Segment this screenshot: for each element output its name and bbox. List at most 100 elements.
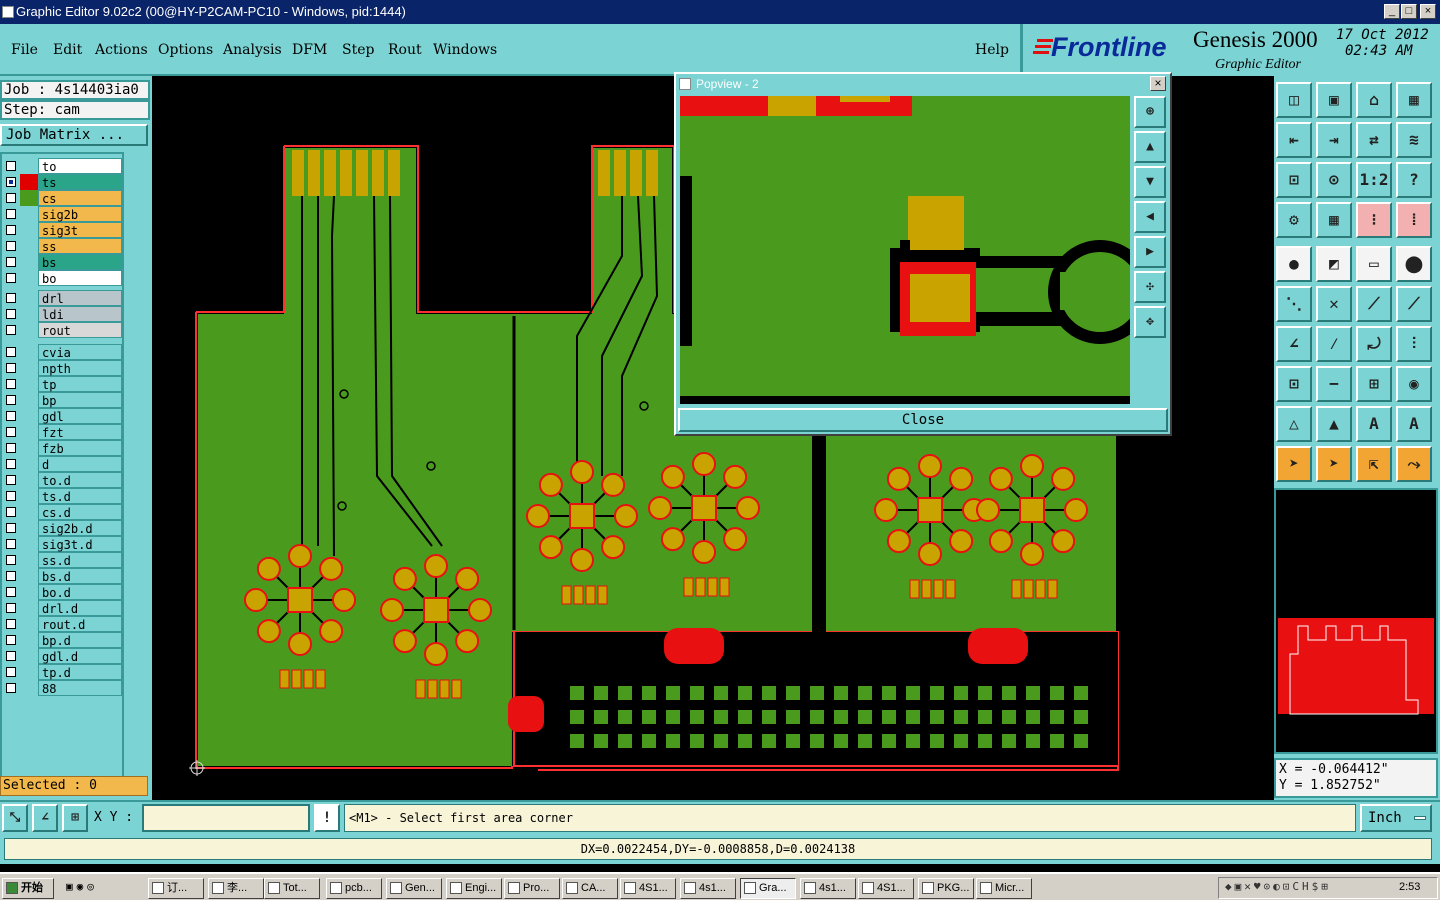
taskbar-item[interactable]: Engi... bbox=[446, 878, 502, 899]
layer-color-swatch[interactable] bbox=[20, 568, 38, 584]
layer-name[interactable]: drl.d bbox=[38, 600, 122, 616]
layer-row-sig3t-d[interactable]: sig3t.d bbox=[4, 536, 122, 552]
popview-title-bar[interactable]: Popview - 2 × bbox=[676, 74, 1170, 94]
pointer-icon[interactable]: ➤ bbox=[1276, 446, 1312, 482]
layer-color-swatch[interactable] bbox=[20, 238, 38, 254]
layer-row-d[interactable]: d bbox=[4, 456, 122, 472]
window-title-bar[interactable]: Graphic Editor 9.02c2 (00@HY-P2CAM-PC10 … bbox=[0, 0, 1440, 24]
popview-zoom-in-icon[interactable]: ⊕ bbox=[1134, 96, 1166, 128]
layer-color-swatch[interactable] bbox=[20, 616, 38, 632]
layer-color-swatch[interactable] bbox=[20, 158, 38, 174]
layer-name[interactable]: sig2b.d bbox=[38, 520, 122, 536]
taskbar-item[interactable]: Tot... bbox=[264, 878, 320, 899]
layer-row-bs[interactable]: bs bbox=[4, 254, 122, 270]
layer-checkbox[interactable] bbox=[6, 363, 16, 373]
query-icon[interactable]: ? bbox=[1396, 162, 1432, 198]
close-window-button[interactable]: × bbox=[1420, 4, 1436, 19]
layer-color-swatch[interactable] bbox=[20, 504, 38, 520]
save-icon[interactable]: ▣ bbox=[1316, 82, 1352, 118]
layer-name[interactable]: bs.d bbox=[38, 568, 122, 584]
line-move-icon[interactable]: ⟋ bbox=[1396, 286, 1432, 322]
layer-row-to[interactable]: to bbox=[4, 158, 122, 174]
layer-color-swatch[interactable] bbox=[20, 254, 38, 270]
menu-file[interactable]: File bbox=[11, 42, 38, 58]
popview-pan-right-icon[interactable]: ▶ bbox=[1134, 236, 1166, 268]
taskbar-item[interactable]: 李... bbox=[208, 878, 264, 899]
quick-launch-ie-icon[interactable]: ◉ bbox=[77, 880, 88, 893]
units-selector[interactable]: Inch bbox=[1360, 804, 1432, 832]
layer-checkbox[interactable] bbox=[6, 475, 16, 485]
layer-name[interactable]: bp.d bbox=[38, 632, 122, 648]
taskbar-item[interactable]: 4s1... bbox=[800, 878, 856, 899]
layer-checkbox[interactable] bbox=[6, 161, 16, 171]
mirror-icon[interactable]: ⇄ bbox=[1356, 122, 1392, 158]
layer-name[interactable]: bo.d bbox=[38, 584, 122, 600]
layer-checkbox[interactable] bbox=[6, 293, 16, 303]
layer-row-bo[interactable]: bo bbox=[4, 270, 122, 286]
group-icon[interactable]: ◉ bbox=[1396, 366, 1432, 402]
line-edit-icon[interactable]: ⁄ bbox=[1316, 326, 1352, 362]
layer-row-bp[interactable]: bp bbox=[4, 392, 122, 408]
layer-color-swatch[interactable] bbox=[20, 190, 38, 206]
layer-row-88[interactable]: 88 bbox=[4, 680, 122, 696]
layer-checkbox[interactable] bbox=[6, 427, 16, 437]
measure-icon[interactable]: ∠ bbox=[32, 804, 58, 832]
tray-icons[interactable]: ◆▣✕♥⊙◐⊡CH$⊞ bbox=[1225, 880, 1331, 893]
layer-checkbox[interactable] bbox=[6, 209, 16, 219]
triangle-b-icon[interactable]: A bbox=[1396, 406, 1432, 442]
layer-color-swatch[interactable] bbox=[20, 206, 38, 222]
layer-color-swatch[interactable] bbox=[20, 360, 38, 376]
layer-checkbox[interactable] bbox=[6, 177, 16, 187]
layer-color-swatch[interactable] bbox=[20, 600, 38, 616]
layer-checkbox[interactable] bbox=[6, 443, 16, 453]
layer-name[interactable]: rout.d bbox=[38, 616, 122, 632]
layer-checkbox[interactable] bbox=[6, 273, 16, 283]
popview-window[interactable]: Popview - 2 × ⊕ ▲ ▼ ◀ ▶ ✣ ✥ Close bbox=[674, 72, 1172, 436]
layer-row-bs-d[interactable]: bs.d bbox=[4, 568, 122, 584]
pointer-select-icon[interactable]: ➤ bbox=[1316, 446, 1352, 482]
layer-row-drl[interactable]: drl bbox=[4, 290, 122, 306]
layer-color-swatch[interactable] bbox=[20, 392, 38, 408]
triangle-icon[interactable]: △ bbox=[1276, 406, 1312, 442]
layer-row-ts[interactable]: ts bbox=[4, 174, 122, 190]
xy-input[interactable] bbox=[142, 804, 310, 832]
measure-icon[interactable]: ◩ bbox=[1316, 246, 1352, 282]
taskbar-item[interactable]: Gra... bbox=[740, 878, 796, 899]
layer-checkbox[interactable] bbox=[6, 667, 16, 677]
grid-view-icon[interactable]: ▦ bbox=[1316, 202, 1352, 238]
taskbar-item[interactable]: pcb... bbox=[326, 878, 382, 899]
popview-pan-left-icon[interactable]: ◀ bbox=[1134, 201, 1166, 233]
overview-map[interactable] bbox=[1274, 488, 1438, 754]
layer-checkbox[interactable] bbox=[6, 507, 16, 517]
layer-checkbox[interactable] bbox=[6, 193, 16, 203]
alert-icon[interactable]: ! bbox=[314, 804, 340, 832]
layer-checkbox[interactable] bbox=[6, 257, 16, 267]
layer-checkbox[interactable] bbox=[6, 523, 16, 533]
layer-color-swatch[interactable] bbox=[20, 222, 38, 238]
layer-checkbox[interactable] bbox=[6, 325, 16, 335]
move-pad-icon[interactable]: ⊞ bbox=[1356, 366, 1392, 402]
layer-name[interactable]: 88 bbox=[38, 680, 122, 696]
start-button[interactable]: 开始 bbox=[2, 878, 54, 899]
layer-name[interactable]: to bbox=[38, 158, 122, 174]
menu-step[interactable]: Step bbox=[342, 42, 374, 58]
layer-row-fzt[interactable]: fzt bbox=[4, 424, 122, 440]
layer-color-swatch[interactable] bbox=[20, 270, 38, 286]
layer-checkbox[interactable] bbox=[6, 225, 16, 235]
layer-color-swatch[interactable] bbox=[20, 344, 38, 360]
layer-color-swatch[interactable] bbox=[20, 322, 38, 338]
circle-icon[interactable]: ⬤ bbox=[1396, 246, 1432, 282]
layer-color-swatch[interactable] bbox=[20, 472, 38, 488]
layer-name[interactable]: cs.d bbox=[38, 504, 122, 520]
menu-options[interactable]: Options bbox=[158, 42, 213, 58]
layer-row-npth[interactable]: npth bbox=[4, 360, 122, 376]
layers-icon[interactable]: ⁝ bbox=[1356, 202, 1392, 238]
snap-left-icon[interactable]: ⇤ bbox=[1276, 122, 1312, 158]
layer-color-swatch[interactable] bbox=[20, 174, 38, 190]
taskbar-item[interactable]: Gen... bbox=[386, 878, 442, 899]
layer-row-gdl[interactable]: gdl bbox=[4, 408, 122, 424]
layer-checkbox[interactable] bbox=[6, 587, 16, 597]
scale-icon[interactable]: 1:2 bbox=[1356, 162, 1392, 198]
minus-icon[interactable]: − bbox=[1316, 366, 1352, 402]
taskbar-item[interactable]: 4S1... bbox=[620, 878, 676, 899]
